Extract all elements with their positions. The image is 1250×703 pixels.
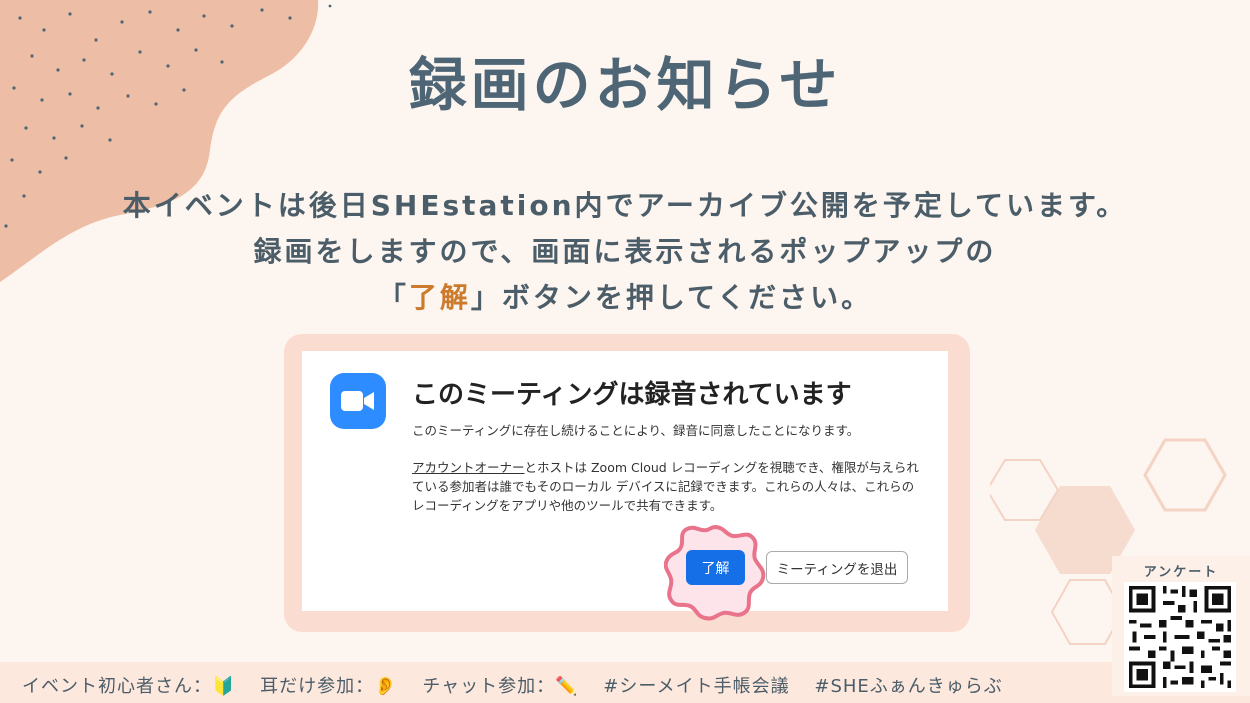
- footer-listen-only: 耳だけ参加：👂: [260, 676, 398, 697]
- zoom-camera-icon: [330, 373, 386, 429]
- bracket-open: 「: [377, 281, 409, 314]
- footer-hashtag-1: #シーメイト手帳会議: [603, 676, 790, 697]
- account-owner-link[interactable]: アカウントオーナー: [412, 460, 525, 475]
- dialog-consent-text: このミーティングに存在し続けることにより、録音に同意したことになります。: [412, 423, 860, 438]
- message-line-3-rest: 」ボタンを押してください。: [470, 281, 873, 314]
- footer-legend: イベント初心者さん：🔰 耳だけ参加：👂 チャット参加：✏️ #シーメイト手帳会議…: [22, 672, 1021, 698]
- survey-label: アンケート: [1143, 565, 1219, 580]
- message-line-2: 録画をしますので、画面に表示されるポップアップの: [253, 235, 997, 268]
- footer-chat: チャット参加：✏️: [422, 676, 579, 697]
- footer-hashtag-2: #SHEふぁんきゅらぶ: [814, 676, 1003, 697]
- footer-beginner: イベント初心者さん：🔰: [22, 676, 236, 697]
- ok-button[interactable]: 了解: [686, 550, 745, 585]
- survey-qr-code[interactable]: [1124, 582, 1236, 692]
- dialog-title: このミーティングは録音されています: [412, 380, 852, 410]
- leave-meeting-button[interactable]: ミーティングを退出: [766, 551, 908, 584]
- message-line-1: 本イベントは後日SHEstation内でアーカイブ公開を予定しています。: [122, 189, 1128, 222]
- message-line-3: 「了解」ボタンを押してください。: [0, 276, 1250, 316]
- dialog-detail-text: アカウントオーナーとホストは Zoom Cloud レコーディングを視聴でき、権…: [412, 458, 922, 515]
- accent-ok-text: 了解: [408, 281, 471, 314]
- page-title: 録画のお知らせ: [408, 51, 842, 119]
